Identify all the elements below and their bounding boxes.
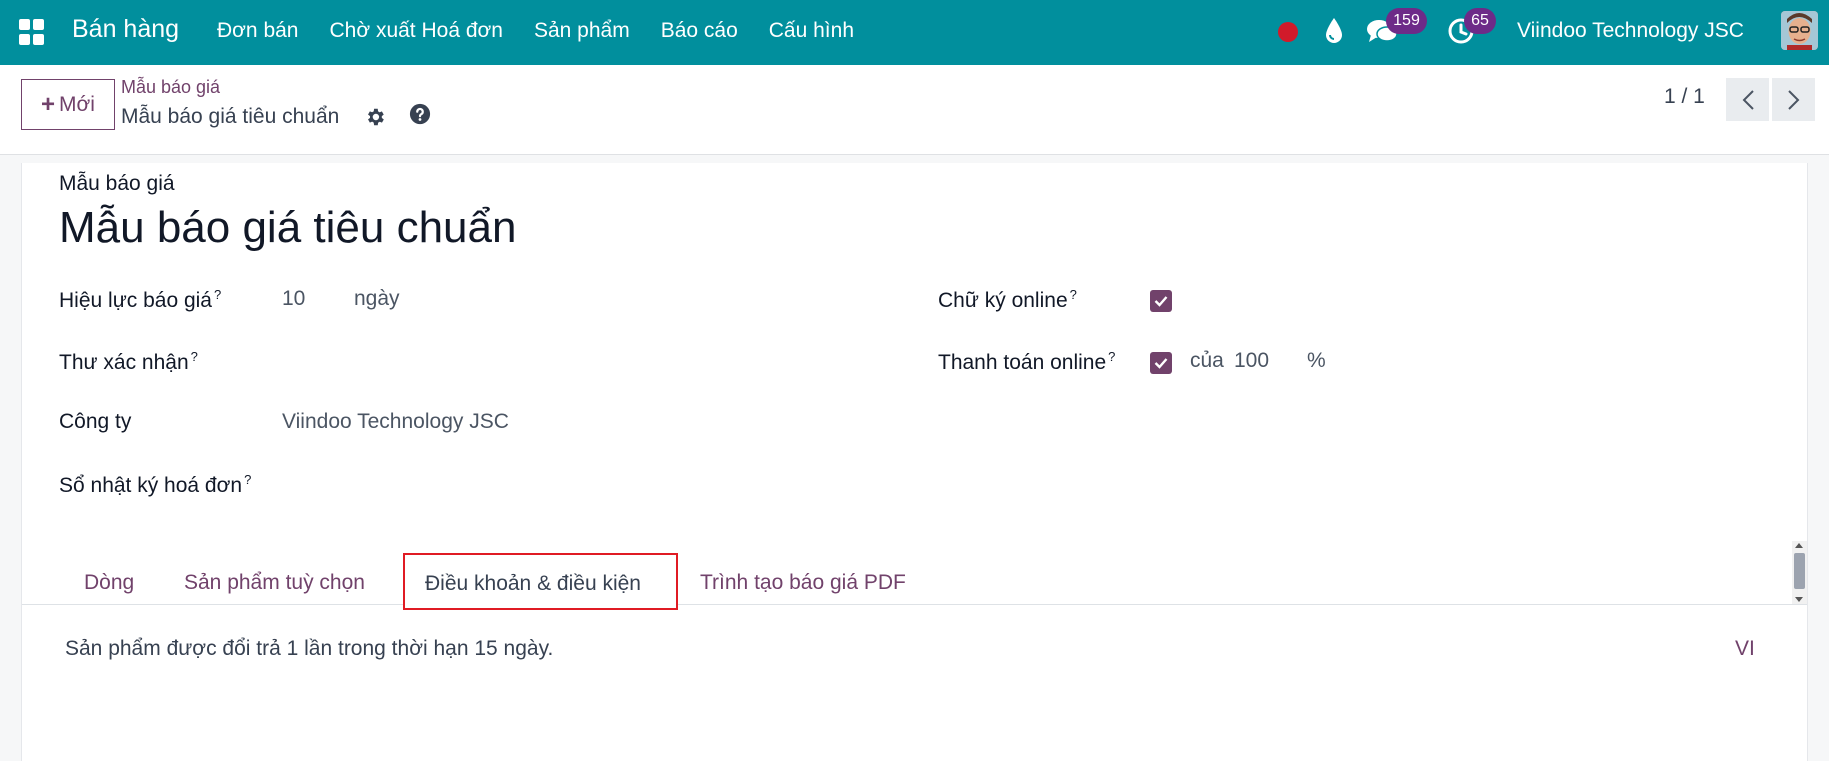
pager-previous-button[interactable] (1726, 78, 1769, 121)
control-panel: + Mới Mẫu báo giá Mẫu báo giá tiêu chuẩn… (0, 65, 1829, 155)
check-icon (1154, 296, 1168, 307)
chevron-left-icon (1742, 89, 1754, 110)
template-name-field[interactable]: Mẫu báo giá tiêu chuẩn (59, 203, 516, 253)
payment-unit: % (1307, 349, 1326, 372)
menu-item-reporting[interactable]: Báo cáo (661, 19, 738, 43)
menu-item-to-invoice[interactable]: Chờ xuất Hoá đơn (330, 19, 503, 43)
activities-count-badge: 65 (1464, 8, 1496, 34)
pager-next-button[interactable] (1772, 78, 1815, 121)
app-name[interactable]: Bán hàng (72, 15, 179, 44)
scroll-thumb[interactable] (1794, 553, 1805, 589)
online-payment-label: Thanh toán online? (938, 349, 1116, 374)
record-status-icon[interactable] (1278, 22, 1298, 42)
new-button[interactable]: + Mới (21, 79, 115, 130)
plus-icon: + (41, 90, 56, 118)
tab-optional-products[interactable]: Sản phẩm tuỳ chọn (184, 571, 365, 595)
payment-prefix: của (1190, 349, 1224, 372)
form-sheet: Mẫu báo giá Mẫu báo giá tiêu chuẩn Hiệu … (21, 163, 1808, 761)
company-input[interactable]: Viindoo Technology JSC (282, 410, 509, 434)
main-menu: Đơn bán Chờ xuất Hoá đơn Sản phẩm Báo cá… (217, 19, 885, 43)
company-label: Công ty (59, 410, 132, 433)
notebook-tabs: Dòng Sản phẩm tuỳ chọn Điều khoản & điều… (22, 541, 1807, 610)
gear-icon[interactable] (364, 106, 386, 128)
invoice-journal-input[interactable] (282, 466, 832, 498)
tab-lines[interactable]: Dòng (84, 571, 134, 595)
validity-label: Hiệu lực báo giá? (59, 287, 222, 312)
scroll-down-arrow-icon[interactable] (1795, 597, 1803, 602)
menu-item-products[interactable]: Sản phẩm (534, 19, 630, 43)
confirmation-mail-input[interactable] (282, 343, 832, 375)
app-menu-icon[interactable] (19, 19, 45, 45)
new-button-label: Mới (59, 92, 95, 116)
help-icon[interactable] (409, 103, 431, 125)
validity-unit: ngày (354, 287, 400, 310)
chevron-right-icon (1787, 89, 1799, 110)
breadcrumb-current: Mẫu báo giá tiêu chuẩn (121, 105, 340, 128)
confirmation-mail-label: Thư xác nhận? (59, 349, 198, 374)
breadcrumb-parent[interactable]: Mẫu báo giá (121, 77, 220, 98)
company-switcher[interactable]: Viindoo Technology JSC (1517, 19, 1744, 43)
tab-terms-conditions[interactable]: Điều khoản & điều kiện (403, 553, 678, 610)
messages-count-badge: 159 (1386, 8, 1427, 34)
online-signature-checkbox[interactable] (1150, 290, 1172, 312)
check-icon (1154, 358, 1168, 369)
water-drop-icon[interactable] (1322, 16, 1346, 46)
top-navbar: Bán hàng Đơn bán Chờ xuất Hoá đơn Sản ph… (0, 0, 1829, 65)
prepayment-percent-input[interactable]: 100 (1234, 349, 1269, 373)
translate-language-button[interactable]: VI (1735, 637, 1755, 661)
tab-terms-label: Điều khoản & điều kiện (425, 572, 641, 595)
validity-days-input[interactable]: 10 (282, 287, 305, 311)
tabs-scrollbar[interactable] (1792, 541, 1807, 604)
form-subtitle: Mẫu báo giá (59, 172, 175, 195)
online-signature-label: Chữ ký online? (938, 287, 1077, 312)
tab-pdf-builder[interactable]: Trình tạo báo giá PDF (700, 571, 906, 595)
pager-value[interactable]: 1 / 1 (1664, 85, 1705, 109)
scroll-up-arrow-icon[interactable] (1795, 543, 1803, 548)
menu-item-configuration[interactable]: Cấu hình (769, 19, 854, 43)
menu-item-orders[interactable]: Đơn bán (217, 19, 299, 43)
user-avatar[interactable] (1781, 11, 1818, 50)
invoice-journal-label: Sổ nhật ký hoá đơn? (59, 472, 252, 497)
online-payment-checkbox[interactable] (1150, 352, 1172, 374)
terms-text-editor[interactable]: Sản phẩm được đổi trả 1 lần trong thời h… (65, 637, 553, 661)
